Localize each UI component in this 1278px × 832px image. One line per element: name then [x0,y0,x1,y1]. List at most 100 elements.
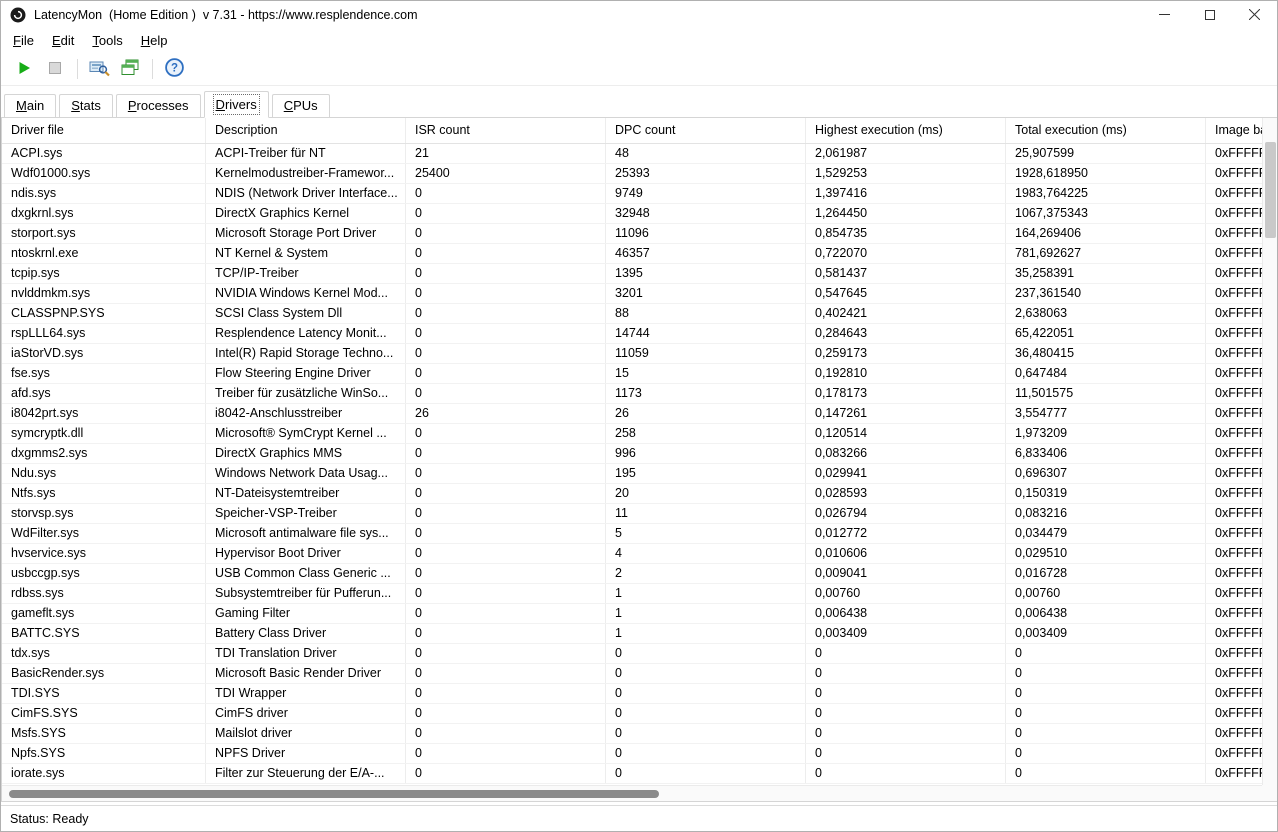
table-row[interactable]: BATTC.SYSBattery Class Driver010,0034090… [2,624,1278,644]
horizontal-scrollbar[interactable] [2,785,1262,801]
table-cell: 0,010606 [806,544,1006,563]
minimize-button[interactable] [1142,1,1187,28]
table-cell: 21 [406,144,606,163]
table-cell: gameflt.sys [2,604,206,623]
table-cell: 0,006438 [806,604,1006,623]
table-row[interactable]: Npfs.SYSNPFS Driver00000xFFFFF8 [2,744,1278,764]
analyze-drivers-button[interactable] [86,56,112,82]
table-cell: 0 [406,264,606,283]
column-header[interactable]: Highest execution (ms) [806,118,1006,143]
table-cell: 0,006438 [1006,604,1206,623]
statusbar: Status: Ready [1,805,1278,831]
table-cell: Subsystemtreiber für Pufferun... [206,584,406,603]
table-row[interactable]: fse.sysFlow Steering Engine Driver0150,1… [2,364,1278,384]
table-cell: 1,397416 [806,184,1006,203]
start-monitor-button[interactable] [11,56,37,82]
table-row[interactable]: Msfs.SYSMailslot driver00000xFFFFF8 [2,724,1278,744]
table-row[interactable]: CimFS.SYSCimFS driver00000xFFFFF8 [2,704,1278,724]
table-cell: 0 [406,424,606,443]
table-row[interactable]: ntoskrnl.exeNT Kernel & System0463570,72… [2,244,1278,264]
menubar: File Edit Tools Help [1,28,1277,53]
table-cell: 25400 [406,164,606,183]
tab-cpus[interactable]: CPUs [272,94,330,118]
table-row[interactable]: dxgkrnl.sysDirectX Graphics Kernel032948… [2,204,1278,224]
table-cell: 0 [606,764,806,783]
table-row[interactable]: ACPI.sysACPI-Treiber für NT21482,0619872… [2,144,1278,164]
table-row[interactable]: rdbss.sysSubsystemtreiber für Pufferun..… [2,584,1278,604]
column-header[interactable]: Total execution (ms) [1006,118,1206,143]
menu-help[interactable]: Help [132,31,177,50]
table-cell: 0,150319 [1006,484,1206,503]
tab-drivers[interactable]: Drivers [204,91,269,118]
help-button[interactable]: ? [161,56,187,82]
table-cell: usbccgp.sys [2,564,206,583]
table-cell: 0 [406,564,606,583]
table-row[interactable]: CLASSPNP.SYSSCSI Class System Dll0880,40… [2,304,1278,324]
table-row[interactable]: ndis.sysNDIS (Network Driver Interface..… [2,184,1278,204]
table-row[interactable]: i8042prt.sysi8042-Anschlusstreiber26260,… [2,404,1278,424]
maximize-button[interactable] [1187,1,1232,28]
table-cell: 0 [406,484,606,503]
table-cell: 0 [406,344,606,363]
close-button[interactable] [1232,1,1277,28]
report-button[interactable] [117,56,143,82]
table-row[interactable]: tcpip.sysTCP/IP-Treiber013950,58143735,2… [2,264,1278,284]
table-row[interactable]: rspLLL64.sysResplendence Latency Monit..… [2,324,1278,344]
vertical-scrollbar-thumb[interactable] [1265,142,1276,238]
vertical-scrollbar[interactable] [1262,118,1278,785]
table-row[interactable]: tdx.sysTDI Translation Driver00000xFFFFF… [2,644,1278,664]
table-cell: 0 [406,704,606,723]
table-row[interactable]: usbccgp.sysUSB Common Class Generic ...0… [2,564,1278,584]
table-cell: 0,147261 [806,404,1006,423]
table-row[interactable]: hvservice.sysHypervisor Boot Driver040,0… [2,544,1278,564]
menu-file[interactable]: File [4,31,43,50]
tab-main[interactable]: Main [4,94,56,118]
column-header[interactable]: Description [206,118,406,143]
table-row[interactable]: TDI.SYSTDI Wrapper00000xFFFFF8 [2,684,1278,704]
table-row[interactable]: Wdf01000.sysKernelmodustreiber-Framewor.… [2,164,1278,184]
column-header[interactable]: DPC count [606,118,806,143]
tab-stats[interactable]: Stats [59,94,113,118]
table-row[interactable]: nvlddmkm.sysNVIDIA Windows Kernel Mod...… [2,284,1278,304]
table-cell: Mailslot driver [206,724,406,743]
table-cell: 5 [606,524,806,543]
table-row[interactable]: Ntfs.sysNT-Dateisystemtreiber0200,028593… [2,484,1278,504]
table-cell: 32948 [606,204,806,223]
table-cell: USB Common Class Generic ... [206,564,406,583]
table-row[interactable]: iorate.sysFilter zur Steuerung der E/A-.… [2,764,1278,784]
table-cell: DirectX Graphics MMS [206,444,406,463]
table-cell: DirectX Graphics Kernel [206,204,406,223]
stop-icon [49,62,61,77]
table-cell: 0,029510 [1006,544,1206,563]
table-row[interactable]: storport.sysMicrosoft Storage Port Drive… [2,224,1278,244]
menu-edit[interactable]: Edit [43,31,83,50]
table-cell: 2,638063 [1006,304,1206,323]
table-cell: 0 [406,744,606,763]
tab-processes[interactable]: Processes [116,94,201,118]
table-row[interactable]: dxgmms2.sysDirectX Graphics MMS09960,083… [2,444,1278,464]
stop-monitor-button[interactable] [42,56,68,82]
column-header[interactable]: ISR count [406,118,606,143]
menu-tools[interactable]: Tools [83,31,131,50]
table-cell: NPFS Driver [206,744,406,763]
table-cell: 0,547645 [806,284,1006,303]
table-body: ACPI.sysACPI-Treiber für NT21482,0619872… [2,144,1278,784]
table-cell: Ntfs.sys [2,484,206,503]
table-cell: Ndu.sys [2,464,206,483]
table-cell: 0,003409 [1006,624,1206,643]
table-cell: Microsoft antimalware file sys... [206,524,406,543]
column-header[interactable]: Driver file [2,118,206,143]
table-row[interactable]: iaStorVD.sysIntel(R) Rapid Storage Techn… [2,344,1278,364]
table-cell: 0,028593 [806,484,1006,503]
table-row[interactable]: afd.sysTreiber für zusätzliche WinSo...0… [2,384,1278,404]
table-row[interactable]: gameflt.sysGaming Filter010,0064380,0064… [2,604,1278,624]
table-row[interactable]: symcryptk.dllMicrosoft® SymCrypt Kernel … [2,424,1278,444]
table-row[interactable]: BasicRender.sysMicrosoft Basic Render Dr… [2,664,1278,684]
table-cell: 36,480415 [1006,344,1206,363]
table-row[interactable]: storvsp.sysSpeicher-VSP-Treiber0110,0267… [2,504,1278,524]
table-row[interactable]: Ndu.sysWindows Network Data Usag...01950… [2,464,1278,484]
table-cell: 0,012772 [806,524,1006,543]
table-cell: rdbss.sys [2,584,206,603]
horizontal-scrollbar-thumb[interactable] [9,790,659,798]
table-row[interactable]: WdFilter.sysMicrosoft antimalware file s… [2,524,1278,544]
